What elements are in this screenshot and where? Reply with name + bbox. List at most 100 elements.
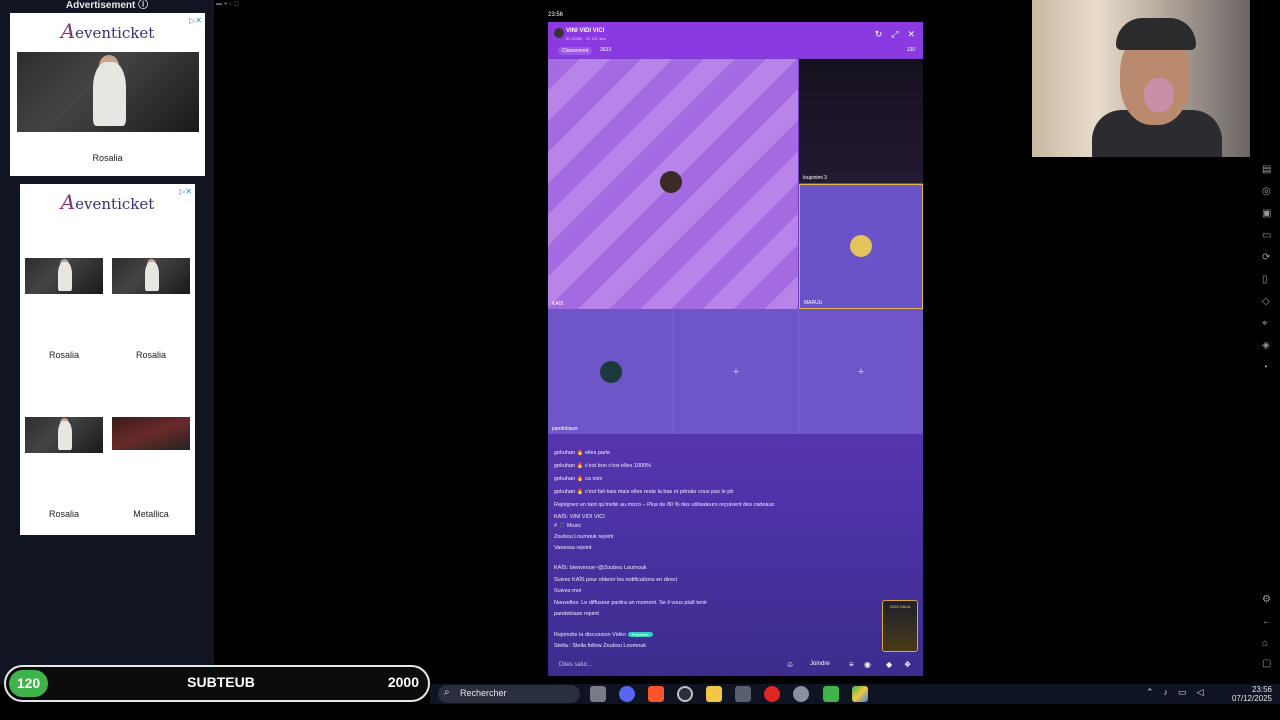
minimize-icon[interactable]: ⤢ — [891, 29, 898, 40]
seat-name: MARUU — [804, 300, 823, 306]
host-avatar[interactable] — [554, 28, 564, 38]
history-icon[interactable]: ◔ — [1262, 362, 1268, 373]
room-points: 3633 — [600, 47, 612, 53]
plus-icon: + — [732, 365, 740, 378]
gift-shop-icon[interactable]: ◆ — [886, 660, 892, 669]
chat-message: Vanessa rejoint — [554, 545, 592, 551]
guest-seat[interactable]: MARUU — [799, 184, 923, 309]
ad-banner-1[interactable]: ▷✕ Aeventicket Rosalia — [10, 13, 205, 176]
follow-button[interactable]: Suivez-moi — [554, 588, 581, 594]
menu-icon[interactable]: ≡ — [849, 660, 854, 669]
toolbar-icon[interactable]: ▤ — [1262, 164, 1271, 175]
sub-goal-bar: 120 SUBTEUB 2000 — [4, 665, 430, 702]
folder-icon[interactable]: ▭ — [1262, 230, 1271, 241]
back-icon[interactable]: ← — [1262, 616, 1272, 627]
ad-label[interactable]: Rosalia — [25, 509, 103, 519]
home-icon[interactable]: ⌂ — [1262, 638, 1268, 649]
host-seat[interactable]: KAÏS — [548, 59, 798, 309]
guest-seat[interactable]: loupinimi 3 — [799, 59, 923, 183]
gala-banner[interactable]: 2025 GALA — [882, 600, 918, 652]
side-toolbar: ▤ ◎ ▣ ▭ ⟳ ▯ ◇ ⌖ ◈ ◔ ⚙ ← ⌂ ▢ — [1262, 164, 1276, 674]
empty-seat[interactable]: + — [798, 309, 923, 434]
join-badge[interactable]: Rejoindre — [627, 632, 653, 637]
join-video-chat[interactable]: Rejoindre la discussion Vidéo Rejoindre — [554, 632, 653, 638]
live-room-window: VINI VIDI VICI ID 12950 · 10 147 abo Cla… — [548, 22, 923, 676]
ad-label[interactable]: Rosalia — [112, 350, 190, 360]
plus-icon: + — [857, 365, 865, 378]
settings-app-icon[interactable] — [793, 686, 809, 702]
ad-image[interactable] — [112, 417, 190, 450]
gift-icon[interactable]: ❖ — [904, 660, 911, 669]
chevron-up-icon[interactable]: ⌃ — [1146, 687, 1154, 698]
guest-seat[interactable]: pandeblaze — [548, 309, 673, 434]
recent-apps-icon[interactable]: ▢ — [1262, 658, 1271, 669]
seat-avatar — [660, 171, 682, 193]
seat-avatar — [850, 235, 872, 257]
ad-image[interactable] — [25, 258, 103, 294]
eraser-icon[interactable]: ◇ — [1262, 296, 1270, 307]
ad-sidebar: Advertisement ⓘ ▷✕ Aeventicket Rosalia ▷… — [0, 0, 214, 684]
layers-icon[interactable]: ◈ — [1262, 340, 1270, 351]
settings-icon[interactable]: ⚙ — [1262, 594, 1271, 605]
refresh-icon[interactable]: ↻ — [875, 29, 883, 40]
bluestacks-icon[interactable] — [852, 686, 868, 702]
ad-image[interactable] — [112, 258, 190, 294]
files-icon[interactable]: ▯ — [1262, 274, 1268, 285]
discord-icon[interactable] — [619, 686, 635, 702]
close-icon[interactable]: ✕ — [907, 29, 915, 40]
seat-name: pandeblaze — [552, 426, 578, 432]
empty-seat[interactable]: + — [673, 309, 798, 434]
app-icon[interactable] — [677, 686, 693, 702]
ad-banner-2[interactable]: ▷✕ Aeventicket Rosalia Rosalia Rosalia M… — [20, 184, 195, 535]
clock[interactable]: 23:56 07/12/2025 — [1232, 685, 1272, 703]
window-tab-strip: ▬ ◂ ⌂ ▢ — [216, 1, 240, 7]
ad-brand-logo: Aeventicket — [60, 190, 155, 214]
ad-label[interactable]: Metallica — [112, 509, 190, 519]
location-icon[interactable]: ⌖ — [1262, 318, 1268, 329]
app-icon[interactable] — [735, 686, 751, 702]
sub-count: 120 — [9, 670, 48, 697]
seat-name: KAÏS — [552, 301, 564, 307]
chat-message: gokuhan 🔥 ca voix — [554, 476, 603, 482]
viewer-count[interactable]: 130 — [907, 47, 915, 53]
camera-icon[interactable]: ◎ — [1262, 186, 1271, 197]
app-icon[interactable] — [823, 686, 839, 702]
seat-avatar — [600, 361, 622, 383]
chat-input[interactable]: Dites salut... — [559, 662, 592, 668]
brave-icon[interactable] — [648, 686, 664, 702]
network-icon[interactable]: ▭ — [1178, 687, 1187, 698]
file-explorer-icon[interactable] — [706, 686, 722, 702]
emoji-icon[interactable]: ☺ — [786, 660, 794, 669]
ranking-button[interactable]: Classement — [558, 47, 593, 55]
webcam-overlay — [1032, 0, 1250, 157]
chat-message: Nouvelles: Le diffuseur partira un momen… — [554, 600, 708, 606]
ad-label[interactable]: Rosalia — [10, 153, 205, 163]
phone-status-time: 23:56 — [548, 12, 564, 18]
search-input[interactable]: Rechercher — [460, 688, 507, 698]
chat-message: Zoubou Loumouk rejoint — [554, 534, 614, 540]
avatar-icon[interactable]: ◉ — [864, 660, 871, 669]
clock-time: 23:56 — [1251, 685, 1272, 694]
seat-name: loupinimi 3 — [803, 175, 827, 181]
chat-message: gokuhan 🔥 c'est bon c'est elles 1000% — [554, 463, 652, 469]
room-subtitle: ID 12950 · 10 147 abo — [566, 36, 606, 41]
sub-goal-target: 2000 — [387, 674, 419, 690]
join-button[interactable]: Joindre — [810, 661, 830, 667]
ad-image[interactable] — [17, 52, 199, 132]
ad-brand-logo: Aeventicket — [60, 19, 155, 43]
media-player-icon[interactable] — [764, 686, 780, 702]
chat-message: pandeblaze rejoint — [554, 611, 599, 617]
taskbar-search[interactable]: ⌕ Rechercher — [438, 685, 580, 703]
chat-input-bar: Dites salut... ☺ Joindre ≡ ◉ ◆ ❖ — [548, 658, 923, 676]
chat-message: KAÏS: VINI VIDI VICI — [554, 514, 605, 520]
ad-image[interactable] — [25, 417, 103, 453]
rotate-icon[interactable]: ⟳ — [1262, 252, 1270, 263]
task-view-icon[interactable] — [590, 686, 606, 702]
screenshot-icon[interactable]: ▣ — [1262, 208, 1271, 219]
bottom-edge — [0, 704, 1280, 720]
room-title[interactable]: VINI VIDI VICI — [566, 28, 604, 34]
volume-icon[interactable]: ◁ — [1197, 687, 1204, 698]
ad-label[interactable]: Rosalia — [25, 350, 103, 360]
microphone-icon[interactable]: ♪ — [1164, 687, 1169, 698]
clock-date: 07/12/2025 — [1231, 694, 1272, 703]
